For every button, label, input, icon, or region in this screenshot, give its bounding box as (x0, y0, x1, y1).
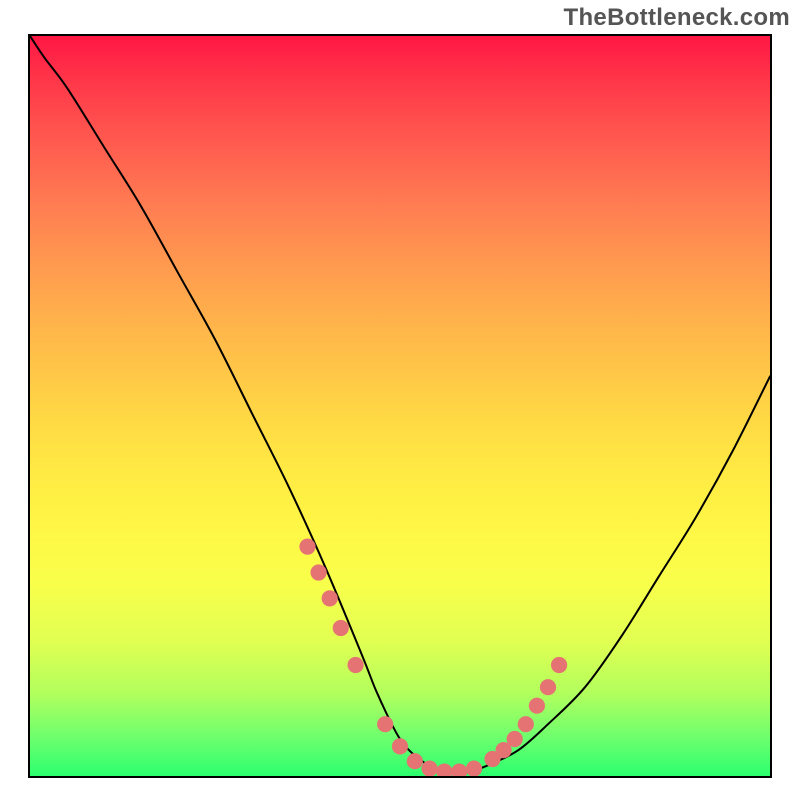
hotspot-marker (299, 539, 315, 555)
hotspot-marker (551, 657, 567, 673)
hotspot-marker (507, 731, 523, 747)
hotspot-marker (322, 590, 338, 606)
hotspot-marker (348, 657, 364, 673)
hotspot-marker (392, 738, 408, 754)
hotspot-marker (407, 753, 423, 769)
curve-svg (30, 36, 770, 776)
hotspot-marker (518, 716, 534, 732)
bottleneck-curve (30, 36, 770, 773)
chart-container: TheBottleneck.com (0, 0, 800, 800)
hotspot-marker (451, 764, 467, 777)
hotspot-marker (333, 620, 349, 636)
hotspot-marker (377, 716, 393, 732)
watermark-text: TheBottleneck.com (564, 4, 790, 32)
hotspot-marker (422, 761, 438, 777)
hotspot-marker (540, 679, 556, 695)
hotspot-markers-group (299, 539, 567, 777)
plot-area (28, 34, 772, 778)
hotspot-marker (436, 764, 452, 777)
hotspot-marker (311, 564, 327, 580)
hotspot-marker (466, 761, 482, 777)
hotspot-marker (529, 698, 545, 714)
